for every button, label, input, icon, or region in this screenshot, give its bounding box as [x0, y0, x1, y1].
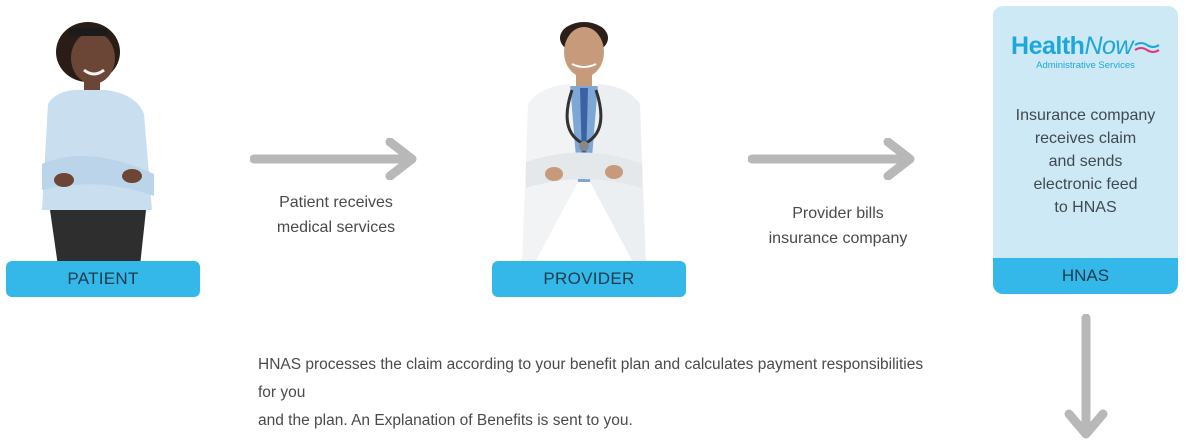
- hnas-card: HealthNow Administrative Services Insura…: [993, 6, 1178, 294]
- patient-label: PATIENT: [6, 261, 200, 297]
- process-description: HNAS processes the claim according to yo…: [258, 356, 924, 429]
- hnas-label: HNAS: [993, 258, 1178, 294]
- provider-image: [514, 12, 654, 264]
- arrow-right-icon: [250, 138, 417, 180]
- patient-image: [28, 14, 168, 266]
- hnas-description: Insurance company receives claim and sen…: [1015, 107, 1156, 216]
- step1-caption: Patient receives medical services: [276, 194, 396, 236]
- healthnow-logo: HealthNow Administrative Services: [993, 32, 1178, 72]
- provider-label: PROVIDER: [492, 261, 686, 297]
- step2-caption: Provider bills insurance company: [768, 205, 908, 247]
- wave-logo-icon: [1134, 42, 1160, 54]
- arrow-right-icon: [748, 138, 915, 180]
- arrow-down-icon: [1064, 314, 1108, 439]
